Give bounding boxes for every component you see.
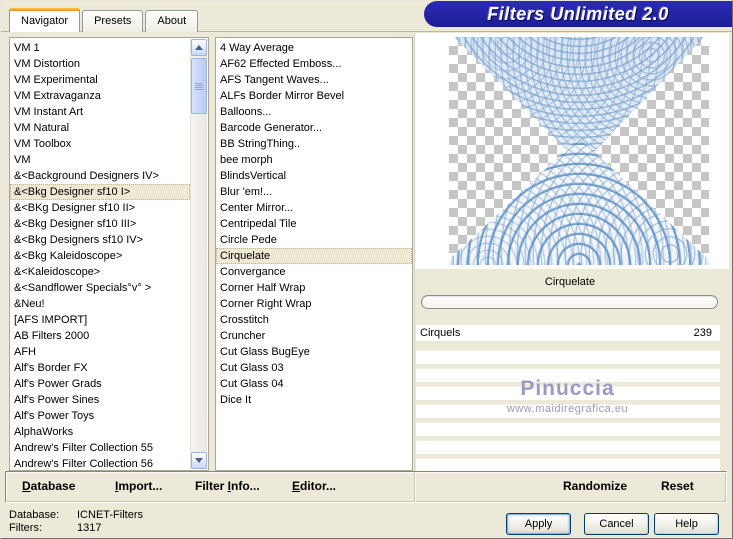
tab-label: Navigator: [21, 15, 69, 27]
preview-panel: Cirquelate Cirquels 239 Pinuccia www.mai…: [414, 33, 729, 472]
action-bar-divider: [414, 472, 415, 502]
category-item[interactable]: &<Bkg Designer sf10 III>: [10, 216, 190, 232]
filter-listbox[interactable]: 4 Way Average AF62 Effected Emboss... AF…: [215, 37, 413, 471]
category-item[interactable]: VM Toolbox: [10, 136, 190, 152]
database-value: ICNET-Filters: [77, 509, 143, 521]
filter-item[interactable]: Corner Right Wrap: [216, 296, 412, 312]
preview-image: [449, 37, 709, 265]
filter-item[interactable]: AF62 Effected Emboss...: [216, 56, 412, 72]
category-item[interactable]: VM: [10, 152, 190, 168]
empty-param-row: [416, 422, 720, 436]
progress-bar: [421, 295, 718, 309]
tab-bar: Navigator Presets About: [9, 8, 200, 32]
tab[interactable]: Presets: [82, 10, 144, 32]
action-bar: Database Import... Filter Info... Editor…: [5, 471, 727, 503]
filter-item[interactable]: Circle Pede: [216, 232, 412, 248]
category-item[interactable]: &<Bkg Kaleidoscope>: [10, 248, 190, 264]
category-item[interactable]: AlphaWorks: [10, 424, 190, 440]
category-scrollbar[interactable]: [190, 39, 207, 469]
empty-param-row: [416, 404, 720, 418]
tab-label: About: [157, 15, 187, 27]
filter-item[interactable]: Dice It: [216, 392, 412, 408]
apply-button[interactable]: Apply: [506, 513, 571, 535]
empty-param-row: [416, 458, 720, 472]
tab[interactable]: Navigator: [9, 8, 81, 32]
empty-param-row: [416, 386, 720, 400]
scrollbar-thumb[interactable]: [191, 58, 207, 114]
filter-item[interactable]: ALFs Border Mirror Bevel: [216, 88, 412, 104]
filter-item[interactable]: Corner Half Wrap: [216, 280, 412, 296]
empty-param-row: [416, 368, 720, 382]
category-item[interactable]: Alf's Power Grads: [10, 376, 190, 392]
filter-info-button[interactable]: Filter Info...: [195, 479, 260, 493]
scroll-down-icon[interactable]: [191, 452, 207, 469]
filter-item[interactable]: Balloons...: [216, 104, 412, 120]
filter-item[interactable]: bee morph: [216, 152, 412, 168]
param-row-cirquels[interactable]: Cirquels 239: [416, 325, 720, 341]
filter-item[interactable]: Cut Glass 04: [216, 376, 412, 392]
scroll-up-icon[interactable]: [191, 39, 207, 56]
category-item[interactable]: AB Filters 2000: [10, 328, 190, 344]
filters-count-value: 1317: [77, 522, 102, 534]
category-item[interactable]: &<Bkg Designer sf10 I>: [10, 184, 190, 200]
title-banner: Filters Unlimited 2.0: [424, 1, 732, 27]
category-item[interactable]: [AFS IMPORT]: [10, 312, 190, 328]
randomize-button[interactable]: Randomize: [563, 479, 627, 493]
filter-name-label: Cirquelate: [420, 271, 720, 293]
category-item[interactable]: VM Experimental: [10, 72, 190, 88]
category-item[interactable]: Alf's Power Toys: [10, 408, 190, 424]
filter-item[interactable]: Center Mirror...: [216, 200, 412, 216]
filter-item[interactable]: 4 Way Average: [216, 40, 412, 56]
category-item[interactable]: Andrew's Filter Collection 55: [10, 440, 190, 456]
category-item[interactable]: Andrew's Filter Collection 56: [10, 456, 190, 470]
category-item[interactable]: AFH: [10, 344, 190, 360]
filter-item[interactable]: AFS Tangent Waves...: [216, 72, 412, 88]
category-item[interactable]: Alf's Power Sines: [10, 392, 190, 408]
category-item[interactable]: &<Sandflower Specials°v° >: [10, 280, 190, 296]
status-info: Database: ICNET-Filters Filters: 1317: [9, 509, 143, 535]
empty-param-row: [416, 350, 720, 364]
header: Navigator Presets About Filters Unlimite…: [1, 1, 732, 32]
filter-item[interactable]: Blur 'em!...: [216, 184, 412, 200]
filter-item[interactable]: Cirquelate: [216, 248, 412, 264]
filter-item[interactable]: Cut Glass 03: [216, 360, 412, 376]
import-button[interactable]: Import...: [115, 479, 162, 493]
param-value: 239: [693, 327, 712, 339]
category-item[interactable]: VM 1: [10, 40, 190, 56]
empty-param-rows: [416, 350, 720, 476]
database-button[interactable]: Database: [22, 479, 75, 493]
preview-frame: [415, 33, 729, 269]
category-item[interactable]: &<Background Designers IV>: [10, 168, 190, 184]
category-item[interactable]: VM Extravaganza: [10, 88, 190, 104]
help-button[interactable]: Help: [654, 513, 719, 535]
database-label: Database:: [9, 509, 60, 521]
category-item[interactable]: &Neu!: [10, 296, 190, 312]
filters-count-label: Filters:: [9, 522, 42, 534]
app-title: Filters Unlimited 2.0: [487, 3, 669, 24]
category-item[interactable]: &<Bkg Designers sf10 IV>: [10, 232, 190, 248]
filter-item[interactable]: BlindsVertical: [216, 168, 412, 184]
filter-item[interactable]: BB StringThing..: [216, 136, 412, 152]
filters-unlimited-dialog: Navigator Presets About Filters Unlimite…: [0, 0, 733, 539]
category-item[interactable]: &<Kaleidoscope>: [10, 264, 190, 280]
tab[interactable]: About: [145, 10, 199, 32]
cancel-button[interactable]: Cancel: [584, 513, 649, 535]
tab-label: Presets: [94, 15, 132, 27]
reset-button[interactable]: Reset: [661, 479, 694, 493]
filter-item[interactable]: Barcode Generator...: [216, 120, 412, 136]
filter-item[interactable]: Crosstitch: [216, 312, 412, 328]
filter-item[interactable]: Centripedal Tile: [216, 216, 412, 232]
category-item[interactable]: VM Natural: [10, 120, 190, 136]
category-listbox[interactable]: VM 1 VM Distortion VM Experimental VM Ex…: [9, 37, 209, 471]
filter-item[interactable]: Cut Glass BugEye: [216, 344, 412, 360]
category-item[interactable]: Alf's Border FX: [10, 360, 190, 376]
filter-item[interactable]: Cruncher: [216, 328, 412, 344]
category-item[interactable]: VM Distortion: [10, 56, 190, 72]
editor-button[interactable]: Editor...: [292, 479, 336, 493]
filter-item[interactable]: Convergance: [216, 264, 412, 280]
category-item[interactable]: &<BKg Designer sf10 II>: [10, 200, 190, 216]
empty-param-row: [416, 440, 720, 454]
category-item[interactable]: VM Instant Art: [10, 104, 190, 120]
param-name: Cirquels: [420, 327, 461, 339]
